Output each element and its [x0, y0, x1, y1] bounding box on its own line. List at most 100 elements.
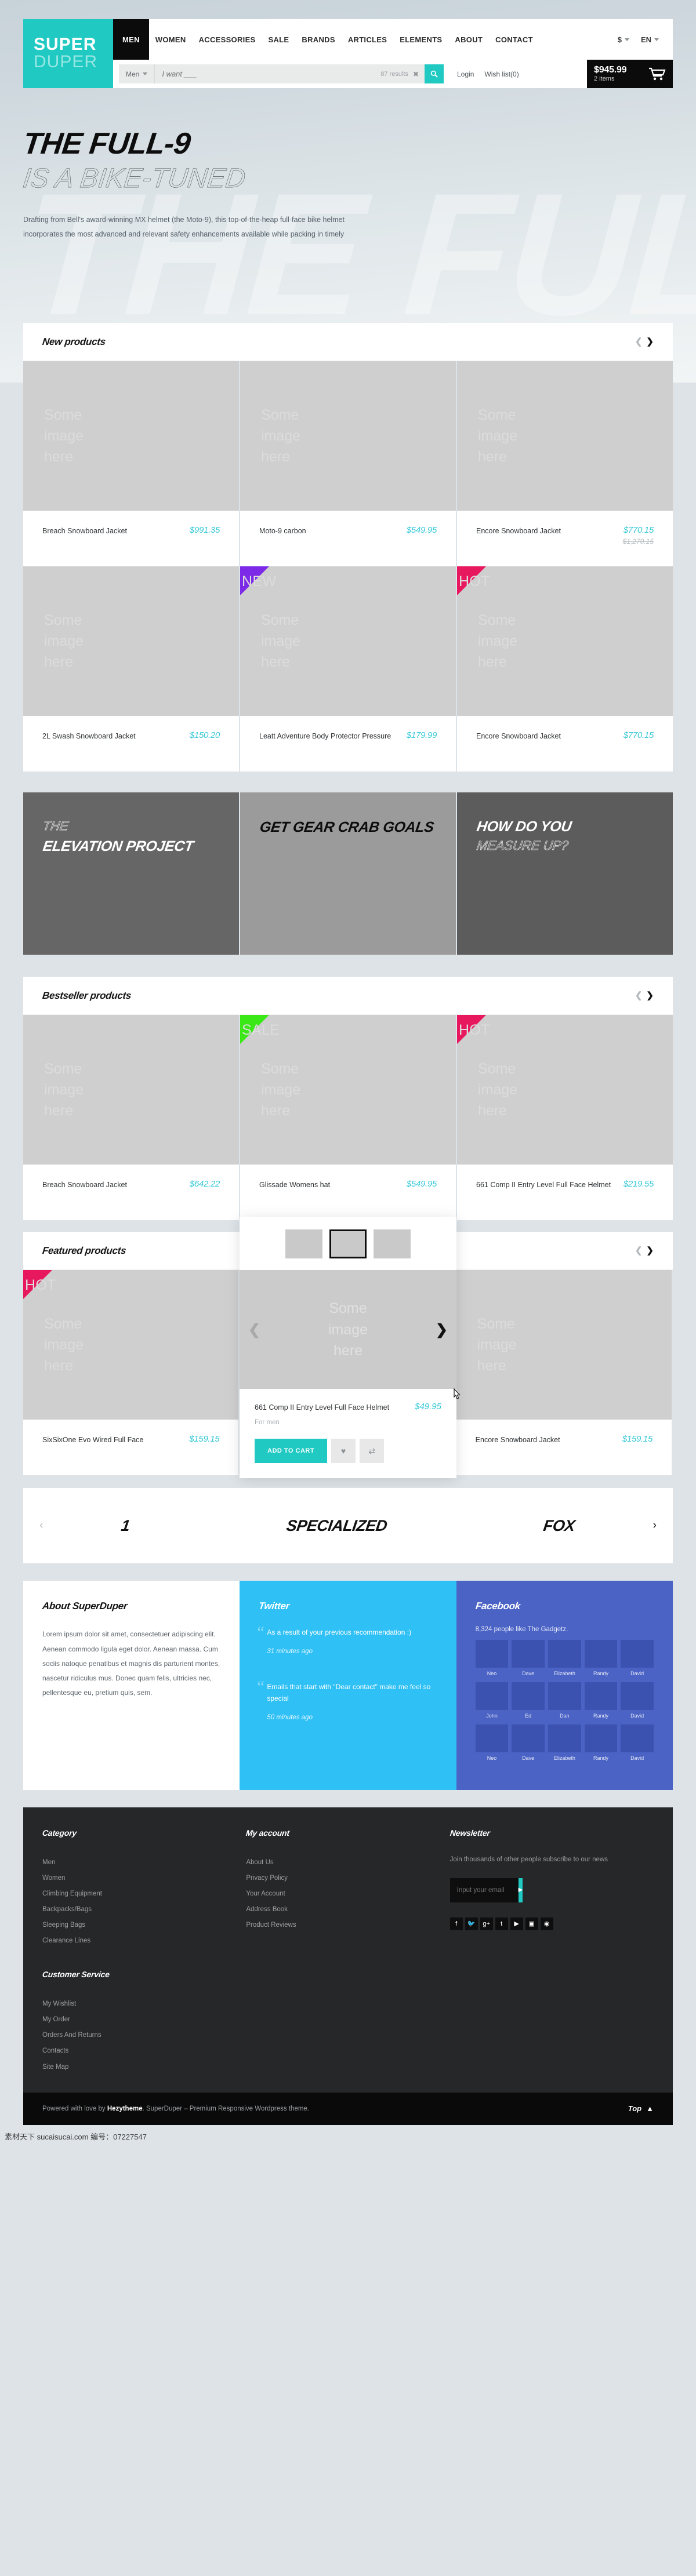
- product-card[interactable]: Some image here Encore Snowboard Jacket $1…: [456, 1270, 673, 1476]
- promo-banner-elevation[interactable]: THE ELEVATION PROJECT: [23, 792, 240, 955]
- product-card[interactable]: Some image here Breach Snowboard Jacket $6…: [23, 1015, 240, 1221]
- product-card[interactable]: NEW Some image here Leatt Adventure Body P…: [240, 566, 457, 772]
- product-card[interactable]: HOT Some image here 661 Comp II Entry Leve…: [457, 1015, 673, 1221]
- footer-link-women[interactable]: Women: [42, 1871, 246, 1886]
- product-card[interactable]: Some image here Moto-9 carbon $549.95: [240, 361, 457, 567]
- footer-link-privacy[interactable]: Privacy Policy: [246, 1871, 449, 1886]
- nav-item-sale[interactable]: SALE: [262, 19, 296, 60]
- avatar[interactable]: [475, 1724, 509, 1753]
- quickview-prev-icon[interactable]: ❮: [248, 1319, 260, 1340]
- facebook-icon[interactable]: f: [449, 1917, 463, 1930]
- twitter-icon[interactable]: 🐦: [465, 1917, 478, 1930]
- tweet-body: Emails that start with "Dear contact" ma…: [267, 1683, 431, 1702]
- site-logo[interactable]: SUPER DUPER: [23, 19, 113, 88]
- brand-item[interactable]: 1: [120, 1517, 131, 1535]
- product-image-placeholder: Someimagehere: [23, 361, 239, 511]
- cart-button[interactable]: $945.99 2 items: [587, 60, 673, 88]
- tweet-item: “ As a result of your previous recommend…: [257, 1624, 437, 1655]
- carousel-next-icon[interactable]: ❯: [646, 991, 654, 1000]
- avatar-name: Neo: [487, 1671, 497, 1677]
- promo-banner-gear[interactable]: GET GEAR CRAB GOALS: [240, 792, 457, 955]
- product-quickview-popup[interactable]: ❮ Some image here ❯ 661 Comp II Entry Leve…: [240, 1217, 456, 1479]
- search-input[interactable]: [155, 64, 381, 83]
- carousel-prev-icon[interactable]: ❮: [635, 337, 643, 346]
- avatar[interactable]: [512, 1640, 545, 1668]
- brand-item[interactable]: FOX: [542, 1517, 576, 1535]
- footer-link-sleeping-bags[interactable]: Sleeping Bags: [42, 1918, 246, 1933]
- footer-link-climbing[interactable]: Climbing Equipment: [42, 1886, 246, 1902]
- copyright-brand[interactable]: Hezytheme: [107, 2105, 143, 2112]
- avatar[interactable]: [621, 1682, 654, 1711]
- quickview-next-icon[interactable]: ❯: [436, 1319, 448, 1340]
- brands-next-icon[interactable]: ›: [653, 1519, 657, 1532]
- avatar[interactable]: [584, 1724, 618, 1753]
- nav-item-brands[interactable]: BRANDS: [295, 19, 341, 60]
- nav-item-men[interactable]: MEN: [113, 19, 149, 60]
- avatar[interactable]: [584, 1640, 618, 1668]
- avatar[interactable]: [548, 1682, 581, 1711]
- carousel-next-icon[interactable]: ❯: [646, 337, 654, 346]
- language-selector[interactable]: EN: [635, 19, 665, 60]
- avatar[interactable]: [475, 1640, 509, 1668]
- product-card[interactable]: HOT Some image here Encore Snowboard Jacke…: [457, 566, 673, 772]
- newsletter-submit-button[interactable]: ▶: [518, 1878, 523, 1902]
- quickview-thumbnail[interactable]: [285, 1229, 322, 1259]
- quickview-thumbnail-selected[interactable]: [329, 1229, 367, 1259]
- login-link[interactable]: Login: [452, 70, 479, 78]
- currency-selector[interactable]: $: [612, 19, 635, 60]
- carousel-prev-icon[interactable]: ❮: [635, 991, 643, 1000]
- footer-link-about-us[interactable]: About Us: [246, 1855, 449, 1871]
- googleplus-icon[interactable]: g+: [480, 1917, 493, 1930]
- close-icon[interactable]: ✖: [413, 70, 425, 78]
- compare-icon[interactable]: ⇄: [360, 1439, 385, 1464]
- rss-icon[interactable]: ◉: [540, 1917, 553, 1930]
- product-card[interactable]: Some image here 2L Swash Snowboard Jacket …: [23, 566, 240, 772]
- footer-link-contacts[interactable]: Contacts: [42, 2043, 654, 2059]
- avatar[interactable]: [621, 1724, 654, 1753]
- avatar[interactable]: [512, 1724, 545, 1753]
- instagram-icon[interactable]: ▣: [525, 1917, 538, 1930]
- search-button[interactable]: [425, 64, 444, 83]
- footer-link-site-map[interactable]: Site Map: [42, 2060, 654, 2075]
- search-category-dropdown[interactable]: Men: [119, 64, 155, 83]
- footer-link-clearance[interactable]: Clearance Lines: [42, 1933, 246, 1949]
- nav-item-accessories[interactable]: ACCESSORIES: [193, 19, 262, 60]
- add-to-cart-button[interactable]: ADD TO CART: [255, 1439, 328, 1464]
- heart-icon[interactable]: ♥: [331, 1439, 356, 1464]
- footer-link-my-order[interactable]: My Order: [42, 2012, 654, 2028]
- footer-link-orders-returns[interactable]: Orders And Returns: [42, 2028, 654, 2043]
- avatar[interactable]: [512, 1682, 545, 1711]
- avatar[interactable]: [584, 1682, 618, 1711]
- avatar[interactable]: [548, 1724, 581, 1753]
- back-to-top-button[interactable]: Top ▲: [628, 2104, 654, 2113]
- product-card[interactable]: Some image here Breach Snowboard Jacket $9…: [23, 361, 240, 567]
- footer-link-my-wishlist[interactable]: My Wishlist: [42, 1996, 654, 2012]
- avatar[interactable]: [621, 1640, 654, 1668]
- quickview-product-subtitle: For men: [255, 1419, 280, 1427]
- footer-link-address-book[interactable]: Address Book: [246, 1902, 449, 1918]
- product-card[interactable]: HOT Some image here SixSixOne Evo Wired Fu…: [23, 1270, 240, 1476]
- nav-item-about[interactable]: ABOUT: [448, 19, 489, 60]
- footer-link-your-account[interactable]: Your Account: [246, 1886, 449, 1902]
- product-card[interactable]: SALE Some image here Glissade Womens hat $…: [240, 1015, 457, 1221]
- tumblr-icon[interactable]: t: [495, 1917, 508, 1930]
- wishlist-link[interactable]: Wish list(0): [479, 70, 524, 78]
- avatar[interactable]: [475, 1682, 509, 1711]
- footer-link-product-reviews[interactable]: Product Reviews: [246, 1918, 449, 1933]
- brand-item[interactable]: SPECIALIZED: [285, 1517, 388, 1535]
- nav-item-articles[interactable]: ARTICLES: [342, 19, 393, 60]
- nav-item-elements[interactable]: ELEMENTS: [393, 19, 448, 60]
- newsletter-email-input[interactable]: [449, 1878, 519, 1902]
- promo-banner-measure[interactable]: HOW DO YOU MEASURE UP?: [457, 792, 673, 955]
- carousel-next-icon[interactable]: ❯: [646, 1246, 654, 1255]
- quickview-actions: ADD TO CART ♥ ⇄: [240, 1431, 456, 1478]
- carousel-prev-icon[interactable]: ❮: [635, 1246, 643, 1255]
- quickview-thumbnail[interactable]: [374, 1229, 411, 1259]
- youtube-icon[interactable]: ▶: [510, 1917, 523, 1930]
- product-card[interactable]: Some image here Encore Snowboard Jacket $7…: [457, 361, 673, 567]
- avatar[interactable]: [548, 1640, 581, 1668]
- footer-link-backpacks[interactable]: Backpacks/Bags: [42, 1902, 246, 1918]
- nav-item-contact[interactable]: CONTACT: [489, 19, 539, 60]
- footer-link-men[interactable]: Men: [42, 1855, 246, 1871]
- nav-item-women[interactable]: WOMEN: [149, 19, 193, 60]
